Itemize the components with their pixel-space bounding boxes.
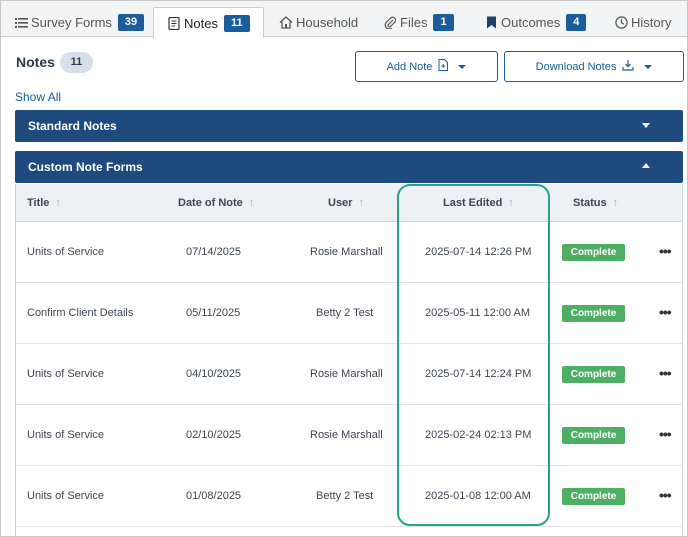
- status-badge: Complete: [562, 488, 625, 505]
- count-badge: 1: [433, 13, 454, 31]
- add-note-button[interactable]: Add Note: [355, 51, 498, 82]
- tab-label: History: [631, 14, 672, 30]
- table-header: Title ↑ Date of Note ↑ User ↑ Last Edited ↑ …: [16, 184, 682, 222]
- house-icon: [279, 15, 293, 29]
- sort-arrow-icon[interactable]: ↑: [55, 197, 61, 209]
- tab-label: Survey Forms: [31, 14, 112, 30]
- show-all-link[interactable]: Show All: [15, 90, 61, 104]
- download-notes-label: Download Notes: [535, 60, 617, 73]
- ellipsis-icon[interactable]: •••: [659, 344, 672, 405]
- list-icon: [14, 15, 28, 29]
- chevron-down-icon: [458, 64, 467, 69]
- cell-title: Units of Service: [27, 490, 105, 502]
- table-row[interactable]: Confirm Client Details 05/11/2025 Betty …: [16, 283, 682, 344]
- add-note-label: Add Note: [386, 60, 433, 73]
- tab-label: Household: [296, 14, 359, 30]
- cell-date: 04/10/2025: [186, 368, 242, 380]
- custom-note-forms-section[interactable]: Custom Note Forms: [15, 151, 683, 183]
- tab-survey-forms[interactable]: Survey Forms 39: [14, 7, 145, 37]
- sort-arrow-icon[interactable]: ↑: [358, 197, 364, 209]
- clock-icon: [614, 15, 628, 29]
- cell-last-edited: 2025-07-14 12:24 PM: [425, 368, 532, 380]
- tab-label: Files: [400, 14, 428, 30]
- count-badge: 39: [117, 13, 145, 31]
- count-badge: 11: [223, 14, 250, 32]
- cell-last-edited: 2025-01-08 12:00 AM: [425, 490, 531, 502]
- tab-label: Notes: [184, 15, 218, 31]
- standard-notes-section[interactable]: Standard Notes: [15, 110, 683, 142]
- status-badge: Complete: [562, 366, 625, 383]
- cell-user: Rosie Marshall: [310, 429, 383, 441]
- cell-last-edited: 2025-02-24 02:13 PM: [425, 429, 532, 441]
- tab-history[interactable]: History: [614, 7, 671, 37]
- page-title: Notes: [16, 54, 55, 70]
- table-row[interactable]: Units of Service 07/14/2025 Rosie Marsha…: [16, 222, 682, 283]
- cell-user: Rosie Marshall: [310, 368, 383, 380]
- column-header-title[interactable]: Title ↑: [27, 184, 61, 222]
- section-title: Custom Note Forms: [28, 160, 143, 174]
- chevron-up-icon[interactable]: [642, 163, 650, 168]
- tab-bar: Survey Forms 39 Notes 11 Household Files…: [1, 1, 687, 38]
- cell-date: 01/08/2025: [186, 490, 242, 502]
- cell-last-edited: 2025-07-14 12:26 PM: [425, 246, 532, 258]
- cell-user: Rosie Marshall: [310, 246, 383, 258]
- chevron-down-icon[interactable]: [642, 123, 650, 128]
- chevron-down-icon: [644, 64, 653, 69]
- cell-title: Units of Service: [27, 368, 105, 380]
- tab-files[interactable]: Files 1: [383, 7, 454, 37]
- table-row[interactable]: Units of Service 02/10/2025 Rosie Marsha…: [16, 405, 682, 466]
- cell-date: 07/14/2025: [186, 246, 242, 258]
- notes-count-badge: 11: [60, 52, 93, 73]
- cell-date: 02/10/2025: [186, 429, 242, 441]
- cell-last-edited: 2025-05-11 12:00 AM: [425, 307, 530, 319]
- ellipsis-icon[interactable]: •••: [659, 283, 672, 344]
- bookmark-icon: [484, 15, 498, 29]
- download-notes-button[interactable]: Download Notes: [504, 51, 684, 82]
- status-badge: Complete: [562, 305, 625, 322]
- column-header-status[interactable]: Status ↑: [573, 184, 618, 222]
- section-title: Standard Notes: [28, 119, 117, 133]
- notes-table: Title ↑ Date of Note ↑ User ↑ Last Edited ↑ …: [15, 184, 683, 536]
- tab-notes[interactable]: Notes 11: [153, 7, 264, 38]
- notebook-icon: [167, 16, 181, 30]
- sort-arrow-icon[interactable]: ↑: [508, 197, 514, 209]
- tab-label: Outcomes: [501, 14, 561, 30]
- cell-title: Units of Service: [27, 429, 105, 441]
- status-badge: Complete: [562, 244, 625, 261]
- cell-date: 05/11/2025: [186, 307, 241, 319]
- notes-panel: Survey Forms 39 Notes 11 Household Files…: [0, 0, 688, 537]
- tab-household[interactable]: Household: [279, 7, 358, 37]
- cell-user: Betty 2 Test: [316, 307, 374, 319]
- status-badge: Complete: [562, 427, 625, 444]
- document-icon: [438, 59, 449, 74]
- ellipsis-icon[interactable]: •••: [659, 405, 672, 466]
- table-row[interactable]: Units of Service 04/10/2025 Rosie Marsha…: [16, 344, 682, 405]
- cell-user: Betty 2 Test: [316, 490, 374, 502]
- column-header-date[interactable]: Date of Note ↑: [178, 184, 254, 222]
- ellipsis-icon[interactable]: •••: [659, 466, 672, 527]
- table-row[interactable]: Units of Service 01/08/2025 Betty 2 Test…: [16, 466, 682, 527]
- column-header-user[interactable]: User ↑: [328, 184, 364, 222]
- ellipsis-icon[interactable]: •••: [659, 222, 672, 283]
- cell-title: Units of Service: [27, 246, 105, 258]
- sort-arrow-icon[interactable]: ↑: [249, 197, 255, 209]
- paperclip-icon: [383, 15, 397, 29]
- cell-title: Confirm Client Details: [27, 307, 134, 319]
- tab-outcomes[interactable]: Outcomes 4: [484, 7, 587, 37]
- column-header-last-edited[interactable]: Last Edited ↑: [443, 184, 514, 222]
- count-badge: 4: [566, 13, 587, 31]
- download-icon: [622, 59, 634, 74]
- sort-arrow-icon[interactable]: ↑: [613, 197, 619, 209]
